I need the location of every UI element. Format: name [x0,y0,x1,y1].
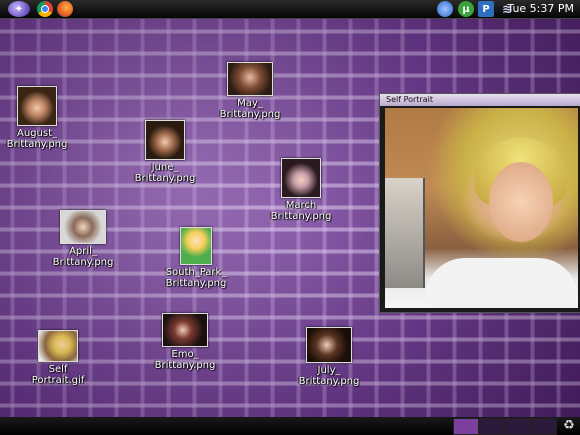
photo-shirt [425,258,578,308]
menu-icon[interactable]: ✦ [8,1,30,17]
desktop-icon-label: July_ Brittany.png [298,365,360,387]
desktop-icon-label: Emo_ Brittany.png [154,349,216,371]
top-panel: ✦ µ P ≋ Tue 5:37 PM [0,0,580,19]
desktop-icon-july[interactable]: July_ Brittany.png [289,327,369,387]
desktop-icon-label: Self Portrait.gif [31,364,85,386]
desktop-icon-april[interactable]: April_ Brittany.png [43,210,123,268]
image-thumbnail [180,227,212,265]
self-portrait-photo [385,108,578,308]
image-viewer-window[interactable]: Self Portrait [379,93,580,313]
workspace-2[interactable] [479,418,505,435]
utorrent-icon[interactable]: µ [458,1,474,17]
image-thumbnail [17,86,57,126]
desktop-icon-label: March Brittany.png [270,200,332,222]
desktop-icon-march[interactable]: March Brittany.png [261,158,341,222]
desktop-icon-may[interactable]: May_ Brittany.png [210,62,290,120]
image-thumbnail [306,327,352,363]
chrome-icon[interactable] [37,1,53,17]
image-thumbnail [162,313,208,347]
p-icon[interactable]: P [478,1,494,17]
recycle-icon[interactable]: ♻ [561,418,577,434]
desktop-icon-south-park[interactable]: South_Park_ Brittany.png [156,227,236,289]
photo-background-shelf [385,178,425,288]
desktop-icon-label: May_ Brittany.png [219,98,281,120]
workspace-3[interactable] [505,418,531,435]
desktop-icon-june[interactable]: June_ Brittany.png [125,120,205,184]
image-thumbnail [227,62,273,96]
firefox-icon[interactable] [57,1,73,17]
workspace-1[interactable] [453,418,479,435]
desktop-icon-self-portrait[interactable]: Self Portrait.gif [18,330,98,386]
desktop-icon-emo[interactable]: Emo_ Brittany.png [145,313,225,371]
image-thumbnail [145,120,185,160]
image-thumbnail [281,158,321,198]
desktop-icon-label: August_ Brittany.png [6,128,68,150]
bottom-panel: ♻ [0,417,580,435]
photo-face [489,162,553,242]
image-thumbnail [38,330,78,362]
workspace-4[interactable] [531,418,557,435]
desktop-icon-august[interactable]: August_ Brittany.png [0,86,77,150]
image-thumbnail [60,210,106,244]
desktop-icon-label: June_ Brittany.png [134,162,196,184]
system-icon[interactable] [437,1,453,17]
desktop-icon-label: South_Park_ Brittany.png [165,267,227,289]
window-title[interactable]: Self Portrait [380,94,580,106]
desktop-icon-label: April_ Brittany.png [52,246,114,268]
clock[interactable]: Tue 5:37 PM [507,2,574,15]
